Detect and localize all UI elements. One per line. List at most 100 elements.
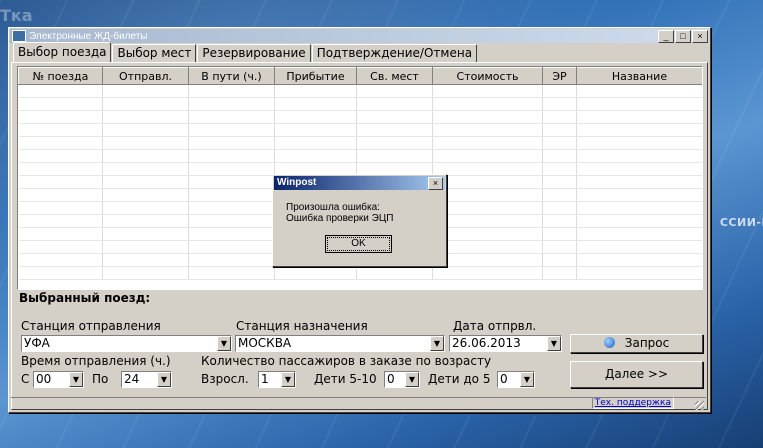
column-header-departure[interactable]: Отправл. (102, 67, 189, 85)
children-5-10-value: 0 (387, 372, 395, 386)
chevron-down-icon[interactable]: ▼ (217, 336, 231, 351)
table-cell (188, 214, 275, 228)
column-header-arrival[interactable]: Прибытие (274, 67, 357, 85)
app-icon (12, 30, 26, 42)
maximize-button[interactable]: □ (675, 29, 691, 43)
table-cell (102, 175, 189, 189)
table-cell (356, 149, 433, 163)
dialog-ok-button[interactable]: OK (325, 235, 392, 253)
tech-support-link[interactable]: Тех. поддержка (591, 397, 674, 409)
chevron-down-icon[interactable]: ▼ (547, 336, 561, 351)
column-header-price[interactable]: Стоимость (432, 67, 543, 85)
column-header-train-number[interactable]: № поезда (18, 67, 103, 85)
table-cell (432, 266, 543, 280)
close-button[interactable]: × (692, 29, 708, 43)
table-cell (102, 227, 189, 241)
table-cell (432, 162, 543, 176)
dialog-message-line-2: Ошибка проверки ЭЦП (286, 213, 394, 224)
children-5-10-combo[interactable]: 0 ▼ (384, 371, 420, 388)
table-row[interactable] (18, 97, 702, 111)
table-row[interactable] (18, 266, 702, 280)
table-cell (18, 136, 103, 150)
resize-grip-icon[interactable] (695, 401, 704, 410)
table-cell (102, 214, 189, 228)
dialog-title-bar[interactable]: Winpost × (274, 176, 445, 190)
tab-train-selection[interactable]: Выбор поезда (13, 42, 112, 62)
adults-combo[interactable]: 1 ▼ (258, 371, 296, 388)
chevron-down-icon[interactable]: ▼ (69, 372, 83, 387)
chevron-down-icon[interactable]: ▼ (520, 372, 534, 387)
table-cell (102, 123, 189, 137)
table-cell (18, 201, 103, 215)
table-cell (102, 253, 189, 267)
table-cell (576, 149, 702, 163)
column-header-name[interactable]: Название (576, 67, 702, 85)
table-cell (18, 175, 103, 189)
tab-confirmation[interactable]: Подтверждение/Отмена (311, 44, 478, 62)
children-5-10-label: Дети 5-10 (314, 372, 377, 386)
table-cell (188, 188, 275, 202)
table-cell (576, 136, 702, 150)
table-row[interactable] (18, 84, 702, 98)
table-row[interactable] (18, 123, 702, 137)
table-cell (432, 253, 543, 267)
time-to-value: 24 (124, 372, 140, 386)
minimize-button[interactable]: _ (658, 29, 674, 43)
table-cell (18, 266, 103, 280)
table-cell (432, 201, 543, 215)
table-cell (188, 123, 275, 137)
table-cell (542, 201, 577, 215)
table-cell (432, 188, 543, 202)
table-cell (432, 149, 543, 163)
table-cell (432, 123, 543, 137)
departure-station-label: Станция отправления (21, 319, 161, 333)
table-row[interactable] (18, 149, 702, 163)
table-cell (188, 136, 275, 150)
table-cell (542, 84, 577, 98)
column-header-er[interactable]: ЭР (542, 67, 577, 85)
next-button[interactable]: Далее >> (570, 361, 703, 388)
selected-train-title: Выбранный поезд: (19, 291, 151, 305)
departure-date-value: 26.06.2013 (452, 336, 521, 350)
table-row[interactable] (18, 110, 702, 124)
table-cell (576, 253, 702, 267)
table-cell (188, 266, 275, 280)
column-header-free-seats[interactable]: Св. мест (356, 67, 433, 85)
chevron-down-icon[interactable]: ▼ (405, 372, 419, 387)
request-button[interactable]: Запрос (570, 334, 703, 353)
tab-seat-selection[interactable]: Выбор мест (112, 44, 197, 62)
title-bar[interactable]: Электронные ЖД-билеты _ □ × (10, 29, 709, 43)
table-cell (576, 188, 702, 202)
dialog-ok-label: OK (327, 237, 390, 251)
table-cell (576, 162, 702, 176)
table-cell (18, 110, 103, 124)
chevron-down-icon[interactable]: ▼ (430, 336, 444, 351)
table-cell (356, 266, 433, 280)
children-under-5-combo[interactable]: 0 ▼ (497, 371, 535, 388)
tab-reservation[interactable]: Резервирование (197, 44, 311, 62)
destination-station-combo[interactable]: МОСКВА ▼ (235, 335, 445, 352)
table-cell (18, 240, 103, 254)
chevron-down-icon[interactable]: ▼ (281, 372, 295, 387)
table-cell (542, 136, 577, 150)
table-cell (18, 123, 103, 137)
table-cell (102, 240, 189, 254)
table-cell (18, 84, 103, 98)
column-header-travel-time[interactable]: В пути (ч.) (188, 67, 275, 85)
status-bar: Тех. поддержка (11, 397, 706, 410)
table-cell (432, 240, 543, 254)
departure-date-label: Дата отпрвл. (453, 319, 537, 333)
table-row[interactable] (18, 136, 702, 150)
table-cell (274, 266, 357, 280)
departure-date-combo[interactable]: 26.06.2013 ▼ (449, 335, 562, 352)
dialog-close-button[interactable]: × (428, 177, 443, 190)
table-cell (542, 162, 577, 176)
adults-label: Взросл. (201, 372, 249, 386)
destination-station-value: МОСКВА (238, 336, 292, 350)
table-cell (102, 84, 189, 98)
table-cell (188, 97, 275, 111)
chevron-down-icon[interactable]: ▼ (157, 372, 171, 387)
departure-station-combo[interactable]: УФА ▼ (21, 335, 232, 352)
time-to-combo[interactable]: 24 ▼ (121, 371, 172, 388)
time-from-combo[interactable]: 00 ▼ (33, 371, 84, 388)
